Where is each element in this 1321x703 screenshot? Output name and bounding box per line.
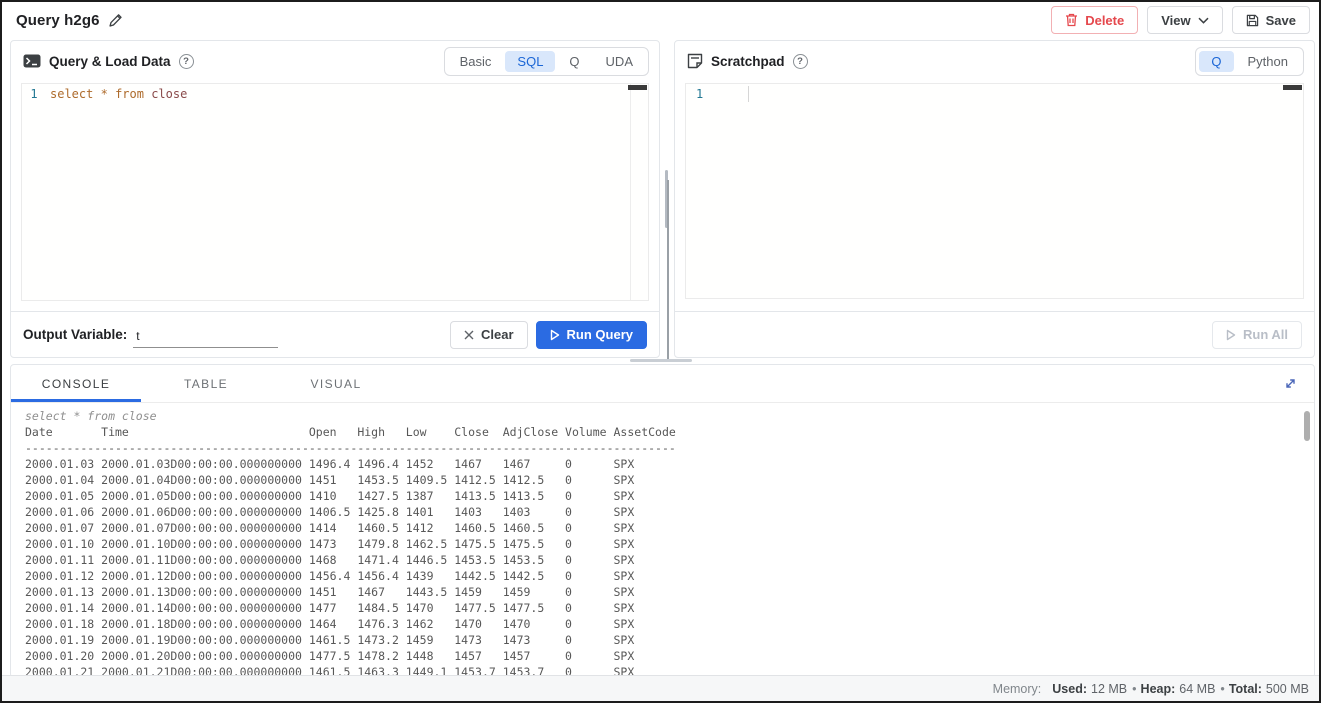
query-editor-scrollbar-thumb[interactable] [628, 85, 647, 90]
play-icon [1226, 329, 1236, 341]
chevron-down-icon [1198, 17, 1209, 24]
delete-button[interactable]: Delete [1051, 6, 1138, 34]
page-title: Query h2g6 [16, 12, 100, 29]
run-all-button[interactable]: Run All [1212, 321, 1302, 349]
status-bar: Memory: Used: 12 MB • Heap: 64 MB • Tota… [2, 675, 1319, 701]
separator-dot: • [1132, 682, 1136, 696]
expand-icon[interactable] [1283, 376, 1298, 391]
trash-icon [1065, 13, 1078, 27]
clear-button[interactable]: Clear [450, 321, 528, 349]
scratchpad-panel: Scratchpad ? Q Python 1 Run All [674, 40, 1315, 358]
results-tabs: CONSOLE TABLE VISUAL [11, 365, 1314, 403]
scratchpad-panel-footer: Run All [675, 311, 1314, 357]
delete-button-label: Delete [1085, 13, 1124, 28]
tab-scratchpad-q[interactable]: Q [1199, 51, 1233, 72]
query-panel-header: Query & Load Data ? Basic SQL Q UDA [11, 41, 659, 81]
query-help-icon[interactable]: ? [179, 54, 194, 69]
console-echo-line: select * from close [25, 408, 1300, 424]
console-output: select * from close Date Time Open High … [11, 403, 1314, 678]
topbar: Query h2g6 Delete View Save [2, 2, 1319, 38]
topbar-actions: Delete View Save [1051, 6, 1310, 34]
tab-scratchpad-python[interactable]: Python [1236, 51, 1300, 72]
output-variable-label: Output Variable: [23, 327, 127, 342]
save-button-label: Save [1266, 13, 1296, 28]
run-all-button-label: Run All [1243, 327, 1288, 342]
play-icon [550, 329, 560, 341]
tab-console[interactable]: CONSOLE [11, 365, 141, 402]
query-editor-line-number: 1 [22, 87, 46, 101]
horizontal-resize-handle[interactable] [630, 359, 692, 362]
console-scrollbar-thumb[interactable] [1304, 411, 1310, 441]
edit-title-icon[interactable] [108, 13, 123, 28]
console-panel: CONSOLE TABLE VISUAL select * from close… [10, 364, 1315, 678]
panels-row: Query & Load Data ? Basic SQL Q UDA 1 se… [10, 40, 1315, 358]
scratchpad-language-tabs: Q Python [1195, 47, 1304, 76]
tab-q[interactable]: Q [557, 51, 591, 72]
tab-uda[interactable]: UDA [594, 51, 645, 72]
save-icon [1246, 14, 1259, 27]
terminal-icon [23, 54, 41, 68]
tab-sql[interactable]: SQL [505, 51, 555, 72]
scratchpad-help-icon[interactable]: ? [793, 54, 808, 69]
memory-total-value: 500 MB [1266, 682, 1309, 696]
save-button[interactable]: Save [1232, 6, 1310, 34]
memory-heap-label: Heap: [1141, 682, 1176, 696]
query-mode-tabs: Basic SQL Q UDA [444, 47, 649, 76]
memory-heap-value: 64 MB [1179, 682, 1215, 696]
scratchpad-panel-title: Scratchpad [711, 54, 785, 69]
separator-dot: • [1220, 682, 1224, 696]
query-editor-code-line: select * from close [50, 87, 187, 101]
console-result-table: Date Time Open High Low Close AdjClose V… [25, 424, 1300, 678]
clear-button-label: Clear [481, 327, 514, 342]
tab-table[interactable]: TABLE [141, 365, 271, 402]
scratchpad-icon [687, 53, 703, 69]
run-query-button-label: Run Query [567, 327, 633, 342]
tab-basic[interactable]: Basic [448, 51, 504, 72]
view-button-label: View [1161, 13, 1190, 28]
scratchpad-code-editor[interactable]: 1 [685, 83, 1304, 299]
query-panel: Query & Load Data ? Basic SQL Q UDA 1 se… [10, 40, 660, 358]
output-variable-input[interactable] [133, 329, 278, 348]
query-panel-title: Query & Load Data [49, 54, 171, 69]
tab-visual[interactable]: VISUAL [271, 365, 401, 402]
query-editor-scrollbar-track [630, 84, 631, 300]
scratchpad-editor-line-number: 1 [686, 87, 726, 101]
memory-used-label: Used: [1052, 682, 1087, 696]
scratchpad-panel-header: Scratchpad ? Q Python [675, 41, 1314, 81]
memory-used-value: 12 MB [1091, 682, 1127, 696]
memory-total-label: Total: [1229, 682, 1262, 696]
view-button[interactable]: View [1147, 6, 1222, 34]
memory-label: Memory: [993, 682, 1042, 696]
scratchpad-editor-gutter-border [748, 86, 749, 102]
close-icon [464, 330, 474, 340]
query-code-editor[interactable]: 1 select * from close [21, 83, 649, 301]
app-window: Query h2g6 Delete View Save [0, 0, 1321, 703]
query-panel-footer: Output Variable: Clear Run Query [11, 311, 659, 357]
splitter-scrollbar[interactable] [667, 180, 669, 360]
run-query-button[interactable]: Run Query [536, 321, 647, 349]
scratchpad-editor-scrollbar-thumb[interactable] [1283, 85, 1302, 90]
panel-splitter [660, 40, 674, 358]
